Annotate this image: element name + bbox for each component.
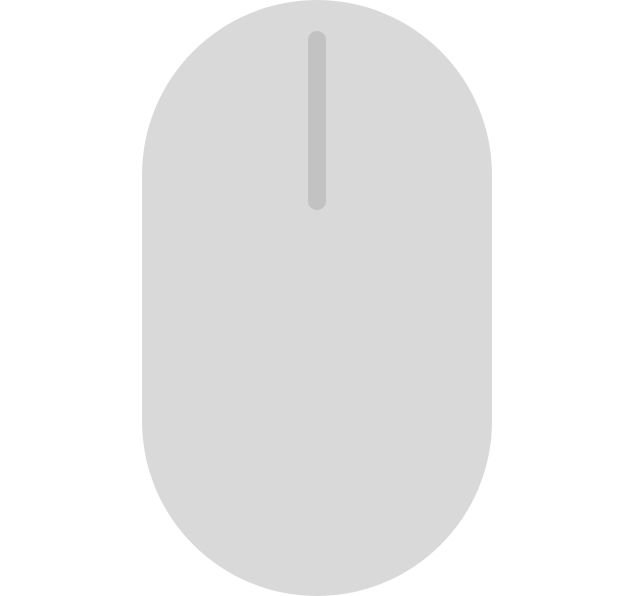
scroll-wheel	[308, 31, 326, 210]
icon-canvas	[0, 0, 641, 596]
